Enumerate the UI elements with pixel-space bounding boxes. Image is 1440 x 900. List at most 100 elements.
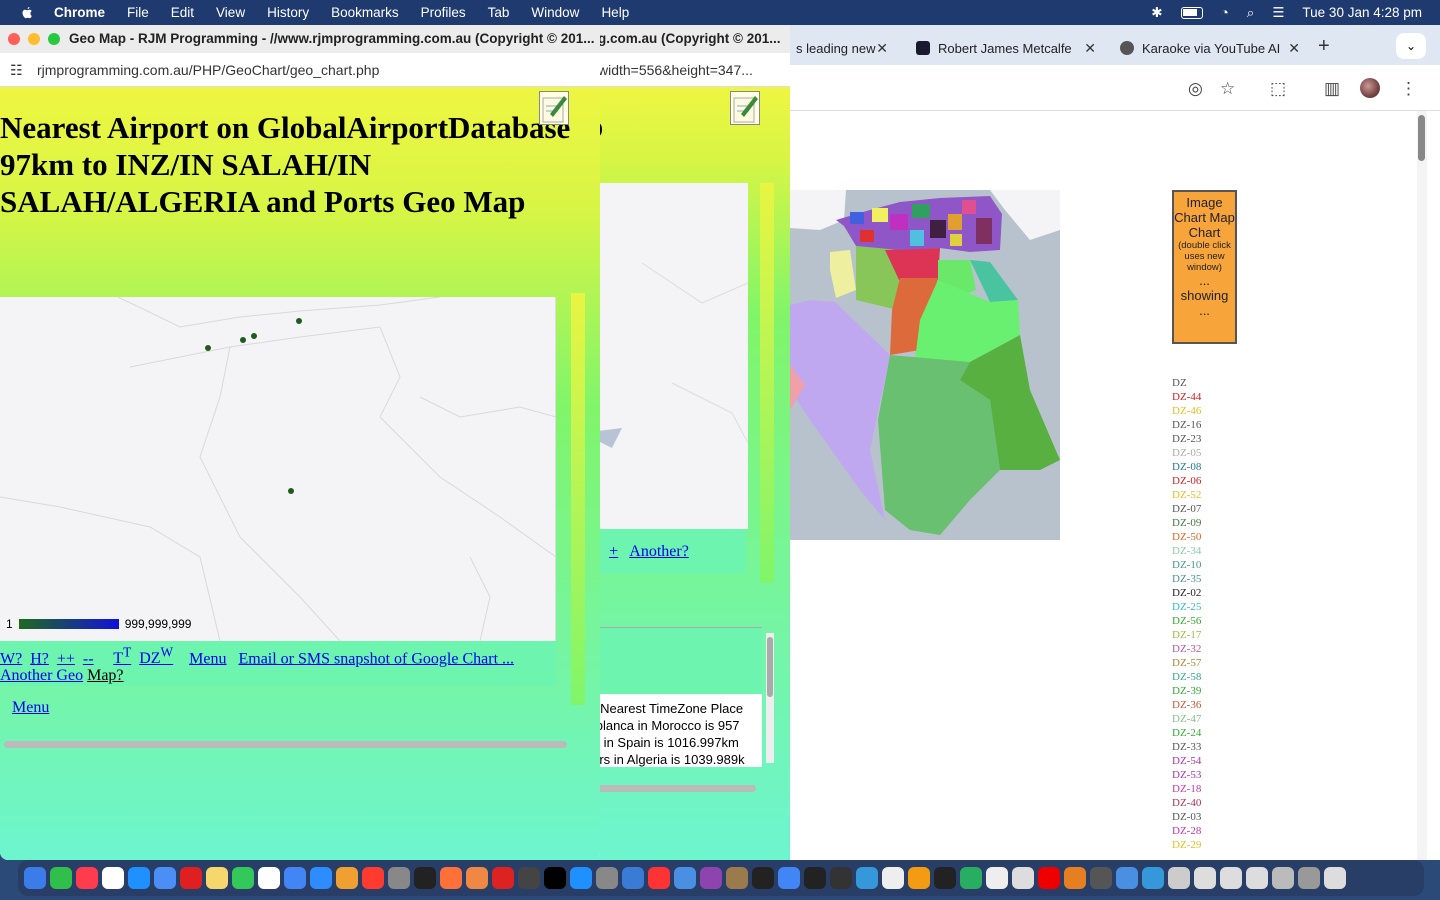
link-another-geo[interactable]: Another Geo xyxy=(0,667,83,684)
menu-file[interactable]: File xyxy=(127,5,149,20)
edit-pencil-icon[interactable] xyxy=(730,91,760,125)
map-region[interactable] xyxy=(948,214,962,230)
popup-url-bar[interactable]: width=556&height=347... xyxy=(582,53,790,87)
dock-app-icon[interactable] xyxy=(1168,867,1190,889)
bluetooth-icon[interactable]: ✱ xyxy=(1151,5,1162,21)
geo-chart-map[interactable]: 1 999,999,999 xyxy=(0,296,557,642)
dock-app-icon[interactable] xyxy=(128,867,150,889)
dock-app-icon[interactable] xyxy=(1194,867,1216,889)
map-marker[interactable] xyxy=(251,333,257,339)
dock-app-icon[interactable] xyxy=(258,867,280,889)
dock-app-icon[interactable] xyxy=(1116,867,1138,889)
link-plus-plus[interactable]: ++ xyxy=(57,650,75,667)
dock-app-icon[interactable] xyxy=(76,867,98,889)
dock-app-icon[interactable] xyxy=(492,867,514,889)
dock-app-icon[interactable] xyxy=(674,867,696,889)
vertical-scrollbar[interactable] xyxy=(1417,111,1427,860)
popup-title-bar[interactable]: Geo Map - RJM Programming - //www.rjmpro… xyxy=(0,25,600,53)
dock-app-icon[interactable] xyxy=(206,867,228,889)
menubar-datetime[interactable]: Tue 30 Jan 4:28 pm xyxy=(1302,5,1422,20)
map-region[interactable] xyxy=(860,230,874,242)
dock-app-icon[interactable] xyxy=(934,867,956,889)
dock-app-icon[interactable] xyxy=(960,867,982,889)
close-tab-icon[interactable]: ✕ xyxy=(1084,40,1096,57)
popup-title-bar[interactable]: g.com.au (Copyright © 201... xyxy=(582,25,790,53)
menu-window[interactable]: Window xyxy=(531,5,579,20)
menu-profiles[interactable]: Profiles xyxy=(421,5,466,20)
map-region[interactable] xyxy=(850,212,864,224)
dock-app-icon[interactable] xyxy=(1272,867,1294,889)
dock-app-icon[interactable] xyxy=(102,867,124,889)
menu-view[interactable]: View xyxy=(216,5,245,20)
new-tab-plus-icon[interactable]: + xyxy=(1318,35,1330,58)
dock-app-icon[interactable] xyxy=(362,867,384,889)
dock-app-icon[interactable] xyxy=(1090,867,1112,889)
popup-map-area[interactable] xyxy=(582,183,749,529)
dock-app-icon[interactable] xyxy=(778,867,800,889)
map-region[interactable] xyxy=(976,218,992,244)
link-menu[interactable]: Menu xyxy=(189,650,226,667)
bookmark-star-icon[interactable]: ☆ xyxy=(1220,79,1235,99)
spotlight-search-icon[interactable]: ⌕ xyxy=(1247,5,1255,21)
extensions-puzzle-icon[interactable]: ⬚ xyxy=(1270,79,1286,99)
map-region[interactable] xyxy=(890,214,908,230)
map-region[interactable] xyxy=(950,234,962,246)
dock-app-icon[interactable] xyxy=(648,867,670,889)
dock-app-icon[interactable] xyxy=(1220,867,1242,889)
close-window-button[interactable] xyxy=(8,33,20,45)
map-marker[interactable] xyxy=(240,337,246,343)
map-marker[interactable] xyxy=(288,488,294,494)
wifi-icon[interactable]: ◔ xyxy=(1221,5,1229,20)
horizontal-scrollbar[interactable] xyxy=(4,741,567,748)
menu-edit[interactable]: Edit xyxy=(171,5,194,20)
dock-app-icon[interactable] xyxy=(752,867,774,889)
tab-search-chevron-icon[interactable]: ⌄ xyxy=(1396,33,1426,59)
algeria-region-map[interactable] xyxy=(790,190,1060,540)
dock-app-icon[interactable] xyxy=(440,867,462,889)
map-marker[interactable] xyxy=(296,318,302,324)
dock-app-icon[interactable] xyxy=(1012,867,1034,889)
dock-app-icon[interactable] xyxy=(284,867,306,889)
popup-url-bar[interactable]: ☷ rjmprogramming.com.au/PHP/GeoChart/geo… xyxy=(0,53,600,87)
map-region[interactable] xyxy=(872,208,888,222)
dock-app-icon[interactable] xyxy=(804,867,826,889)
side-panel-icon[interactable]: ▥ xyxy=(1324,79,1340,99)
link-h[interactable]: H? xyxy=(30,650,49,667)
dock-app-icon[interactable] xyxy=(1142,867,1164,889)
tab-karaoke-youtube[interactable]: Karaoke via YouTube AI ✕ xyxy=(1110,31,1306,65)
dock-app-icon[interactable] xyxy=(1246,867,1268,889)
close-tab-icon[interactable]: ✕ xyxy=(1288,40,1300,57)
site-settings-icon[interactable]: ☷ xyxy=(10,53,23,87)
dock-app-icon[interactable] xyxy=(1298,867,1320,889)
link-email-sms-snapshot[interactable]: Email or SMS snapshot of Google Chart ..… xyxy=(238,650,514,667)
dock-app-icon[interactable] xyxy=(310,867,332,889)
menu-bookmarks[interactable]: Bookmarks xyxy=(331,5,399,20)
dock-app-icon[interactable] xyxy=(908,867,930,889)
dock-app-icon[interactable] xyxy=(544,867,566,889)
more-menu-icon[interactable]: ⋮ xyxy=(1400,79,1417,99)
edit-pencil-icon[interactable] xyxy=(539,91,569,125)
dock-app-icon[interactable] xyxy=(726,867,748,889)
link-dz-w[interactable]: DZW xyxy=(139,645,173,667)
popup-horizontal-scrollbar[interactable] xyxy=(582,785,756,792)
map-marker[interactable] xyxy=(205,345,211,351)
dock-app-icon[interactable] xyxy=(986,867,1008,889)
eye-slash-icon[interactable]: ◎ xyxy=(1188,79,1203,99)
popup-link-plus[interactable]: + xyxy=(609,543,618,560)
menu-link[interactable]: Menu xyxy=(12,699,49,717)
dock-app-icon[interactable] xyxy=(622,867,644,889)
dock-app-icon[interactable] xyxy=(1324,867,1346,889)
scrollbar-thumb[interactable] xyxy=(1418,115,1425,161)
menu-help[interactable]: Help xyxy=(601,5,629,20)
dock-app-icon[interactable] xyxy=(856,867,878,889)
close-tab-icon[interactable]: ✕ xyxy=(876,40,888,57)
menu-tab[interactable]: Tab xyxy=(488,5,510,20)
dock-app-icon[interactable] xyxy=(232,867,254,889)
dock-app-icon[interactable] xyxy=(882,867,904,889)
dock-app-icon[interactable] xyxy=(596,867,618,889)
dock-app-icon[interactable] xyxy=(1064,867,1086,889)
tab-robert-james-metcalfe[interactable]: Robert James Metcalfe ✕ xyxy=(906,31,1102,65)
map-region[interactable] xyxy=(962,200,976,214)
popup-link-another[interactable]: Another? xyxy=(629,543,689,560)
dock-app-icon[interactable] xyxy=(50,867,72,889)
